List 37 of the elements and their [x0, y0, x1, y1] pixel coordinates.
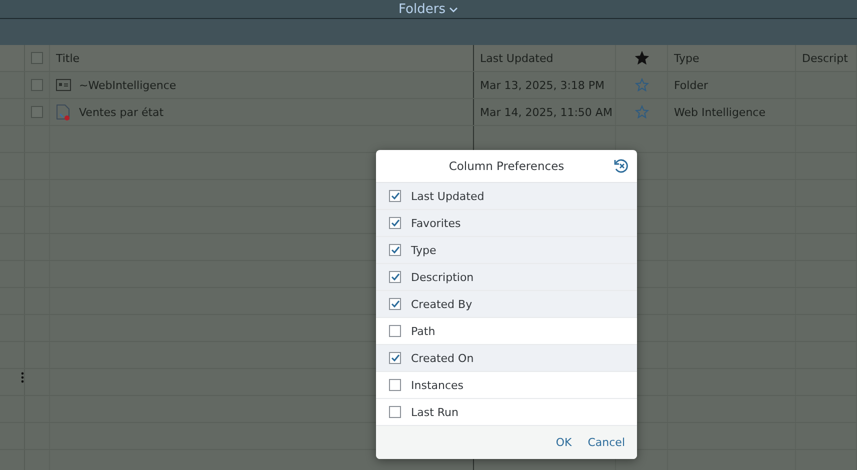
column-option[interactable]: Last Updated: [376, 183, 637, 210]
column-option[interactable]: Last Run: [376, 399, 637, 426]
date-text: Mar 14, 2025, 11:50 AM: [480, 106, 612, 118]
resize-handle-icon[interactable]: [21, 372, 24, 383]
checkbox[interactable]: [389, 298, 401, 310]
star-outline-icon[interactable]: [634, 78, 648, 92]
checkbox[interactable]: [389, 217, 401, 229]
column-option[interactable]: Description: [376, 264, 637, 291]
column-option[interactable]: Created On: [376, 345, 637, 372]
date-text: Mar 13, 2025, 3:18 PM: [480, 78, 605, 92]
star-outline-icon[interactable]: [634, 105, 648, 119]
checkbox[interactable]: [389, 271, 401, 283]
checkbox[interactable]: [389, 352, 401, 364]
ok-button[interactable]: OK: [550, 432, 578, 453]
column-option[interactable]: Path: [376, 318, 637, 345]
select-all-checkbox[interactable]: [31, 52, 43, 64]
dialog-title: Column Preferences: [448, 159, 564, 173]
row-checkbox[interactable]: [31, 106, 43, 118]
checkbox[interactable]: [389, 379, 401, 391]
folder-card-icon: [56, 79, 71, 91]
checkbox[interactable]: [389, 325, 401, 337]
column-option[interactable]: Type: [376, 237, 637, 264]
column-option[interactable]: Created By: [376, 291, 637, 318]
column-option[interactable]: Instances: [376, 372, 637, 399]
chevron-down-icon: [449, 6, 458, 12]
folders-title[interactable]: Folders: [398, 3, 458, 16]
checkbox[interactable]: [389, 190, 401, 202]
filled-star-icon: [634, 51, 648, 65]
document-icon: [56, 104, 71, 120]
checkbox[interactable]: [389, 406, 401, 418]
type-text: Folder: [674, 78, 708, 92]
checkbox[interactable]: [389, 244, 401, 256]
type-text: Web Intelligence: [674, 106, 766, 118]
cancel-button[interactable]: Cancel: [582, 432, 631, 453]
row-checkbox[interactable]: [31, 79, 43, 91]
reset-button[interactable]: [613, 158, 629, 174]
column-option[interactable]: Favorites: [376, 210, 637, 237]
